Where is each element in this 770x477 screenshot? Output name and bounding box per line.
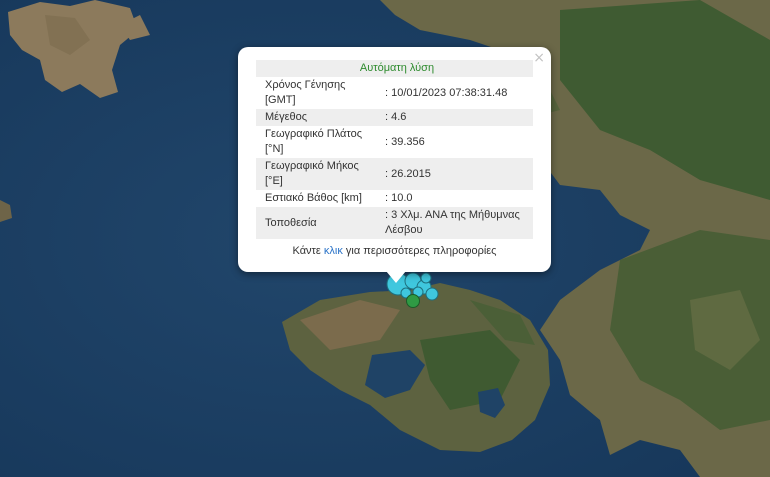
quake-marker[interactable] [425, 287, 439, 301]
more-info-link[interactable]: κλικ [324, 245, 343, 257]
info-table: Αυτόματη λύση Χρόνος Γένησης [GMT] : 10/… [256, 60, 533, 239]
table-row: Τοποθεσία : 3 Χλμ. ΑΝΑ της Μήθυμνας Λέσβ… [256, 207, 533, 239]
row-value: : 10.0 [385, 192, 413, 204]
popup-pointer [386, 271, 406, 283]
popup-header-row: Αυτόματη λύση [256, 60, 533, 77]
row-value: : 10/01/2023 07:38:31.48 [385, 86, 508, 99]
table-row: Γεωγραφικό Πλάτος [°N] : 39.356 [256, 126, 533, 158]
table-row: Γεωγραφικό Μήκος [°E] : 26.2015 [256, 158, 533, 190]
earthquake-info-popup: × Αυτόματη λύση Χρόνος Γένησης [GMT] : 1… [238, 47, 551, 272]
close-icon[interactable]: × [533, 50, 545, 66]
table-row: Μέγεθος : 4.6 [256, 109, 533, 126]
row-label: Χρόνος Γένησης [GMT] [265, 79, 346, 106]
row-value: : 26.2015 [381, 158, 533, 190]
more-info-line: Κάντε κλικ για περισσότερες πληροφορίες [238, 245, 551, 257]
table-row: Χρόνος Γένησης [GMT] : 10/01/2023 07:38:… [256, 77, 533, 109]
popup-header: Αυτόματη λύση [256, 60, 533, 77]
quake-marker-older[interactable] [406, 294, 420, 308]
row-label: Μέγεθος [256, 109, 381, 126]
row-label: Τοποθεσία [256, 207, 381, 239]
more-info-suffix: για περισσότερες πληροφορίες [342, 245, 497, 257]
row-value: : 39.356 [385, 135, 425, 148]
row-label: Γεωγραφικό Πλάτος [°N] [265, 128, 363, 155]
table-row: Εστιακό Βάθος [km] : 10.0 [256, 190, 533, 207]
row-value: : 3 Χλμ. ΑΝΑ της Μήθυμνας Λέσβου [381, 207, 533, 239]
row-value: : 4.6 [381, 109, 533, 126]
row-label: Εστιακό Βάθος [km] [265, 192, 362, 204]
more-info-prefix: Κάντε [292, 245, 324, 257]
quake-marker[interactable] [420, 272, 432, 284]
row-label: Γεωγραφικό Μήκος [°E] [256, 158, 381, 190]
